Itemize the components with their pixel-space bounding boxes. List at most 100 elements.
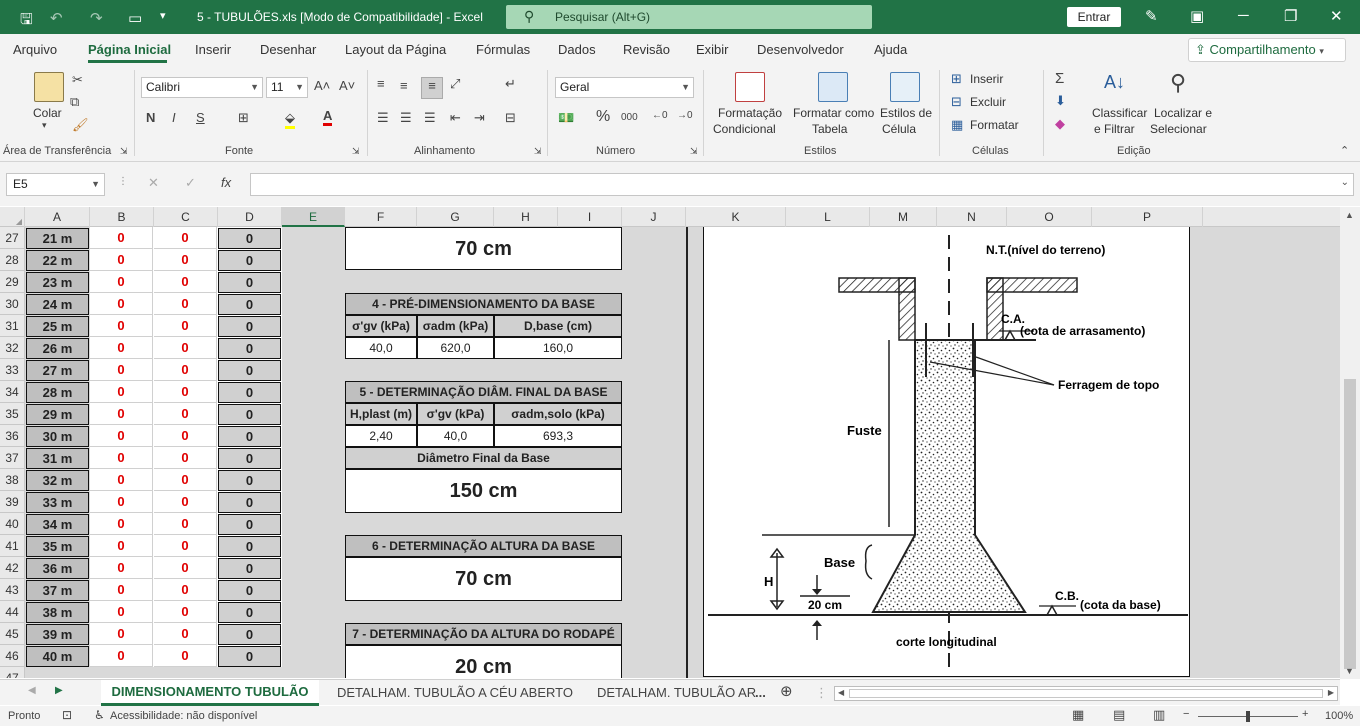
cell-c[interactable]: 0 [154, 579, 217, 601]
horizontal-scrollbar[interactable]: ◀ ▶ [834, 686, 1338, 701]
cell-depth[interactable]: 26 m [26, 338, 89, 359]
copy-icon[interactable]: ⧉ [70, 94, 79, 110]
select-all-corner[interactable]: ◢ [0, 207, 25, 227]
dialog-launcher-icon[interactable]: ⇲ [534, 146, 542, 157]
vertical-scrollbar[interactable]: ▲ ▼ [1340, 207, 1360, 679]
scroll-right-icon[interactable]: ▶ [1328, 688, 1334, 697]
cell-b[interactable]: 0 [90, 447, 153, 469]
row-header[interactable]: 29 [0, 271, 25, 293]
restore-icon[interactable]: ❐ [1284, 7, 1297, 25]
column-header-l[interactable]: L [786, 207, 870, 227]
share-button[interactable]: ⇪ Compartilhamento ▾ [1188, 38, 1346, 62]
expand-formula-icon[interactable]: ⌄ [1341, 177, 1349, 188]
cell-b[interactable]: 0 [90, 337, 153, 359]
clear-icon[interactable]: ◆ [1055, 116, 1065, 132]
s4-value-2[interactable]: 620,0 [417, 337, 494, 359]
cell-b[interactable]: 0 [90, 271, 153, 293]
cell-d[interactable]: 0 [218, 514, 281, 535]
row-header[interactable]: 42 [0, 557, 25, 579]
cell-d[interactable]: 0 [218, 492, 281, 513]
tab-revisao[interactable]: Revisão [623, 42, 670, 57]
cell-d[interactable]: 0 [218, 404, 281, 425]
cell-c[interactable]: 0 [154, 249, 217, 271]
bold-button[interactable]: N [146, 110, 155, 125]
cell-c[interactable]: 0 [154, 447, 217, 469]
row-header[interactable]: 45 [0, 623, 25, 645]
tab-pagina-inicial[interactable]: Página Inicial [88, 42, 171, 57]
cond-format-label-2[interactable]: Condicional [713, 122, 776, 136]
align-center-icon[interactable]: ☰ [400, 110, 412, 126]
customize-qat-icon[interactable]: ▾ [160, 9, 166, 22]
cut-icon[interactable]: ✂ [72, 72, 83, 88]
s5-result[interactable]: 150 cm [345, 469, 622, 513]
align-middle-icon[interactable]: ≡ [400, 78, 408, 93]
cell-depth[interactable]: 33 m [26, 492, 89, 513]
tab-desenhar[interactable]: Desenhar [260, 42, 316, 57]
column-header-i[interactable]: I [558, 207, 622, 227]
row-header[interactable]: 32 [0, 337, 25, 359]
delete-cells-label[interactable]: Excluir [970, 95, 1006, 109]
tubulao-drawing[interactable]: N.T.(nível do terreno) C.A. (cota de arr… [703, 227, 1190, 677]
format-cells-label[interactable]: Formatar [970, 118, 1019, 132]
cell-depth[interactable]: 36 m [26, 558, 89, 579]
name-box[interactable]: E5 ▼ [6, 173, 105, 196]
italic-button[interactable]: I [172, 110, 176, 125]
find-select-icon[interactable]: ⚲ [1170, 70, 1186, 96]
prev-sheet-icon[interactable]: ◀ [28, 685, 36, 696]
align-bottom-icon[interactable]: ≡ [421, 77, 443, 99]
cell-d[interactable]: 0 [218, 316, 281, 337]
normal-view-icon[interactable]: ▦ [1072, 707, 1084, 723]
column-header-o[interactable]: O [1007, 207, 1092, 227]
ribbon-display-icon[interactable]: ▣ [1190, 7, 1204, 25]
align-top-icon[interactable]: ≡ [377, 76, 385, 91]
splitter-icon[interactable]: ⋮ [815, 685, 828, 701]
borders-icon[interactable]: ⊞ [238, 110, 249, 126]
cell-depth[interactable]: 30 m [26, 426, 89, 447]
page-layout-icon[interactable]: ▤ [1113, 707, 1125, 723]
cell-c[interactable]: 0 [154, 469, 217, 491]
tab-inserir[interactable]: Inserir [195, 42, 231, 57]
save-icon[interactable]: 🖫 [20, 9, 33, 34]
decrease-indent-icon[interactable]: ⇤ [450, 110, 461, 126]
cell-styles-label-1[interactable]: Estilos de [880, 106, 932, 120]
signin-button[interactable]: Entrar [1067, 7, 1121, 27]
s4-header-2[interactable]: σadm (kPa) [417, 315, 494, 337]
s4-header-3[interactable]: D,base (cm) [494, 315, 622, 337]
row-header[interactable]: 37 [0, 447, 25, 469]
cell-c[interactable]: 0 [154, 359, 217, 381]
sheet-tab-detalham-ar[interactable]: DETALHAM. TUBULÃO AR [597, 685, 756, 700]
cond-format-label-1[interactable]: Formatação [718, 106, 782, 120]
font-name-combo[interactable]: Calibri ▼ [141, 77, 263, 98]
cell-b[interactable]: 0 [90, 557, 153, 579]
cell-b[interactable]: 0 [90, 425, 153, 447]
underline-button[interactable]: S [196, 110, 205, 125]
cell-b[interactable]: 0 [90, 645, 153, 667]
s7-result[interactable]: 20 cm [345, 645, 622, 678]
font-size-combo[interactable]: 11 ▼ [266, 77, 308, 98]
accounting-format-icon[interactable]: 💵 [558, 110, 574, 126]
cell-b[interactable]: 0 [90, 469, 153, 491]
cell-b[interactable]: 0 [90, 249, 153, 271]
cell-b[interactable]: 0 [90, 403, 153, 425]
merge-center-icon[interactable]: ⊟ [505, 110, 516, 126]
search-box[interactable]: ⚲ Pesquisar (Alt+G) [506, 5, 872, 29]
undo-icon[interactable]: ↶ [50, 9, 63, 27]
cell-depth[interactable]: 22 m [26, 250, 89, 271]
row-header[interactable]: 36 [0, 425, 25, 447]
cell-d[interactable]: 0 [218, 448, 281, 469]
cell-c[interactable]: 0 [154, 337, 217, 359]
s4-value-3[interactable]: 160,0 [494, 337, 622, 359]
cell-b[interactable]: 0 [90, 293, 153, 315]
row-header[interactable]: 27 [0, 227, 25, 249]
cell-b[interactable]: 0 [90, 601, 153, 623]
cell-c[interactable]: 0 [154, 381, 217, 403]
paste-icon[interactable] [34, 72, 64, 102]
row-header[interactable]: 30 [0, 293, 25, 315]
add-sheet-icon[interactable]: ⊕ [780, 682, 793, 700]
row-header[interactable]: 33 [0, 359, 25, 381]
tab-exibir[interactable]: Exibir [696, 42, 729, 57]
format-cells-icon[interactable]: ▦ [951, 117, 963, 133]
cell-b[interactable]: 0 [90, 359, 153, 381]
row-header[interactable]: 46 [0, 645, 25, 667]
cell-depth[interactable]: 37 m [26, 580, 89, 601]
